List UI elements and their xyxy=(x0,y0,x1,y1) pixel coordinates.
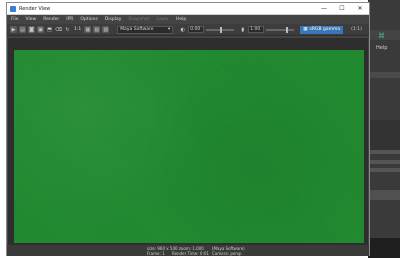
menu-help[interactable]: Help xyxy=(176,17,186,22)
rgb-channel-icon[interactable]: ▦ xyxy=(84,26,92,33)
exposure-icon: ◐ xyxy=(180,26,185,33)
menu-bar: File View Render IPR Options Display Sna… xyxy=(7,15,369,24)
status-camera: Camera: persp xyxy=(212,251,242,256)
snapshot-icon[interactable]: ◙ xyxy=(28,26,35,33)
render-view-app-icon xyxy=(10,5,16,12)
render-viewport[interactable] xyxy=(8,38,368,245)
renderer-dropdown-value: Maya Software xyxy=(120,27,154,32)
menu-file[interactable]: File xyxy=(11,17,19,22)
bg-panel-strip xyxy=(368,120,400,150)
bg-panel-strip xyxy=(368,168,400,172)
exposure-field[interactable]: 0.00 xyxy=(188,26,205,33)
renderer-dropdown[interactable]: Maya Software ▾ xyxy=(117,25,174,34)
refresh-icon[interactable]: ↻ xyxy=(64,26,71,33)
color-management-icon: ▦ xyxy=(303,27,308,32)
close-button[interactable]: ✕ xyxy=(351,3,369,15)
maximize-button[interactable]: ☐ xyxy=(333,3,351,15)
chevron-down-icon: ▾ xyxy=(167,27,171,32)
real-size-button[interactable]: 1:1 xyxy=(73,27,82,32)
menu-ipr[interactable]: IPR xyxy=(66,17,73,22)
status-frame: Frame: 1 xyxy=(147,251,165,256)
menu-view[interactable]: View xyxy=(26,17,37,22)
color-management-label: sRGB gamma xyxy=(309,27,341,32)
gamma-slider[interactable] xyxy=(266,26,295,33)
ipr-render-icon[interactable]: ▤ xyxy=(19,26,26,33)
menu-options[interactable]: Options xyxy=(80,17,97,22)
minimize-button[interactable]: — xyxy=(315,3,333,15)
window-title: Render View xyxy=(19,5,51,12)
bg-tool-icon: ⌘ xyxy=(378,32,385,40)
gamma-icon: ▮ xyxy=(241,26,245,33)
exposure-slider[interactable] xyxy=(206,26,235,33)
bg-panel-strip xyxy=(368,72,400,78)
alpha-channel-icon[interactable]: ▧ xyxy=(93,26,101,33)
status-render-time: Render Time: 0:01 xyxy=(172,251,209,256)
color-management-button[interactable]: ▦ sRGB gamma xyxy=(300,25,344,34)
menu-render[interactable]: Render xyxy=(43,17,59,22)
render-region-icon[interactable]: ▣ xyxy=(37,26,44,33)
menu-layer[interactable]: Layer xyxy=(156,17,169,22)
menu-display[interactable]: Display xyxy=(105,17,122,22)
bg-help-menu[interactable]: Help xyxy=(376,45,387,51)
zoom-ratio: (1:1) xyxy=(351,27,362,32)
gamma-slider-handle[interactable] xyxy=(285,26,288,33)
menu-snapshot[interactable]: Snapshot xyxy=(128,17,149,22)
keep-image-icon[interactable]: ⬒ xyxy=(46,26,53,33)
render-toolbar: ▶ ▤ ◙ ▣ ⬒ ⌫ ↻ 1:1 ▦ ▧ ▨ Maya Software ▾ … xyxy=(7,24,369,36)
bg-bottom-bar xyxy=(368,238,400,258)
gamma-field[interactable]: 1.00 xyxy=(248,26,265,33)
display-options-icon[interactable]: ▨ xyxy=(102,26,110,33)
bg-panel-strip xyxy=(368,190,400,200)
bg-panel-strip xyxy=(368,150,400,154)
redo-render-icon[interactable]: ▶ xyxy=(10,26,17,33)
bg-panel-strip xyxy=(368,160,400,164)
status-bar: size: 960 x 540 zoom: 1.000 (Maya Softwa… xyxy=(7,245,369,256)
render-view-window: Render View — ☐ ✕ File View Render IPR O… xyxy=(6,2,370,256)
background-maya-app: ⌘ Help xyxy=(368,0,400,258)
remove-image-icon[interactable]: ⌫ xyxy=(55,26,62,33)
exposure-slider-handle[interactable] xyxy=(220,26,223,33)
rendered-image[interactable] xyxy=(14,50,364,243)
title-bar[interactable]: Render View — ☐ ✕ xyxy=(7,3,369,15)
